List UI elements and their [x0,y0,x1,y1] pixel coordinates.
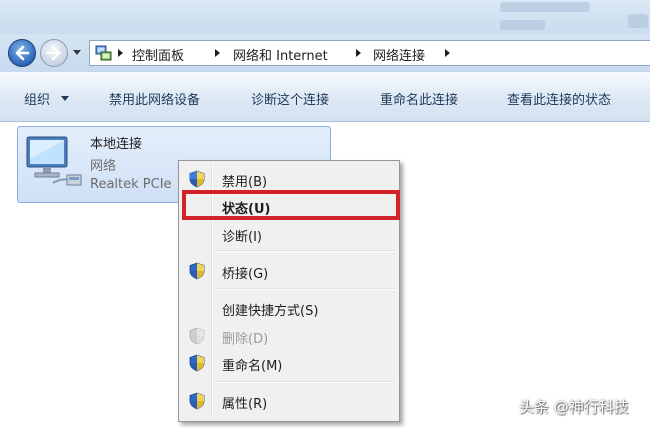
annotation-highlight-box [182,190,400,220]
command-toolbar: 组织 禁用此网络设备 诊断这个连接 重命名此连接 查看此连接的状态 [0,72,650,122]
view-status-button[interactable]: 查看此连接的状态 [507,89,611,108]
arrow-right-icon [46,45,61,61]
address-row: 控制面板 网络和 Internet 网络连接 [0,34,650,72]
breadcrumb-control-panel[interactable]: 控制面板 [132,45,184,64]
breadcrumb-network-internet[interactable]: 网络和 Internet [233,45,328,64]
blurred-caption [500,2,590,12]
menu-item-label: 桥接(G) [222,267,269,282]
address-bar[interactable]: 控制面板 网络和 Internet 网络连接 [89,40,650,66]
menu-item-label: 重命名(M) [222,359,283,374]
uac-shield-icon [189,170,205,188]
uac-shield-icon [189,262,205,280]
connection-device: Realtek PCIe [90,177,172,192]
menu-item-label: 诊断(I) [222,230,262,245]
chevron-down-icon [61,96,69,101]
breadcrumb-separator[interactable] [356,49,361,57]
menu-separator [215,381,395,383]
menu-item-label: 创建快捷方式(S) [222,304,319,319]
back-button[interactable] [8,39,36,67]
menu-item-rename[interactable]: 重命名(M) [181,351,397,375]
menu-item-disable[interactable]: 禁用(B) [181,167,397,191]
breadcrumb-network-connections[interactable]: 网络连接 [373,45,425,64]
breadcrumb-separator[interactable] [445,49,450,57]
breadcrumb-separator[interactable] [118,49,123,57]
forward-button[interactable] [40,39,68,67]
breadcrumb-separator[interactable] [215,49,220,57]
network-adapter-icon [26,136,82,186]
connection-network: 网络 [90,159,117,174]
uac-shield-icon [189,354,205,372]
menu-item-create-shortcut[interactable]: 创建快捷方式(S) [181,296,397,320]
menu-item-properties[interactable]: 属性(R) [181,389,397,413]
menu-separator [215,250,395,252]
menu-item-delete: 删除(D) [181,324,397,348]
network-connections-icon [95,45,112,61]
menu-item-label: 删除(D) [222,332,269,347]
menu-item-label: 属性(R) [222,397,268,412]
blurred-caption [628,14,648,28]
arrow-left-icon [15,45,30,61]
diagnose-connection-button[interactable]: 诊断这个连接 [251,89,329,108]
watermark: 头条 @神行科技 [519,398,629,416]
menu-separator [215,288,395,290]
uac-shield-icon [189,392,205,410]
rename-connection-button[interactable]: 重命名此连接 [380,89,458,108]
menu-item-bridge[interactable]: 桥接(G) [181,259,397,283]
window-title-strip [0,0,650,38]
menu-item-diagnose[interactable]: 诊断(I) [181,222,397,246]
connection-name: 本地连接 [90,137,143,152]
organize-button[interactable]: 组织 [24,89,50,108]
recent-pages-dropdown[interactable] [73,50,81,55]
disable-device-button[interactable]: 禁用此网络设备 [109,89,200,108]
menu-item-label: 禁用(B) [222,175,268,190]
blurred-caption [500,20,545,30]
uac-shield-icon [189,327,205,345]
